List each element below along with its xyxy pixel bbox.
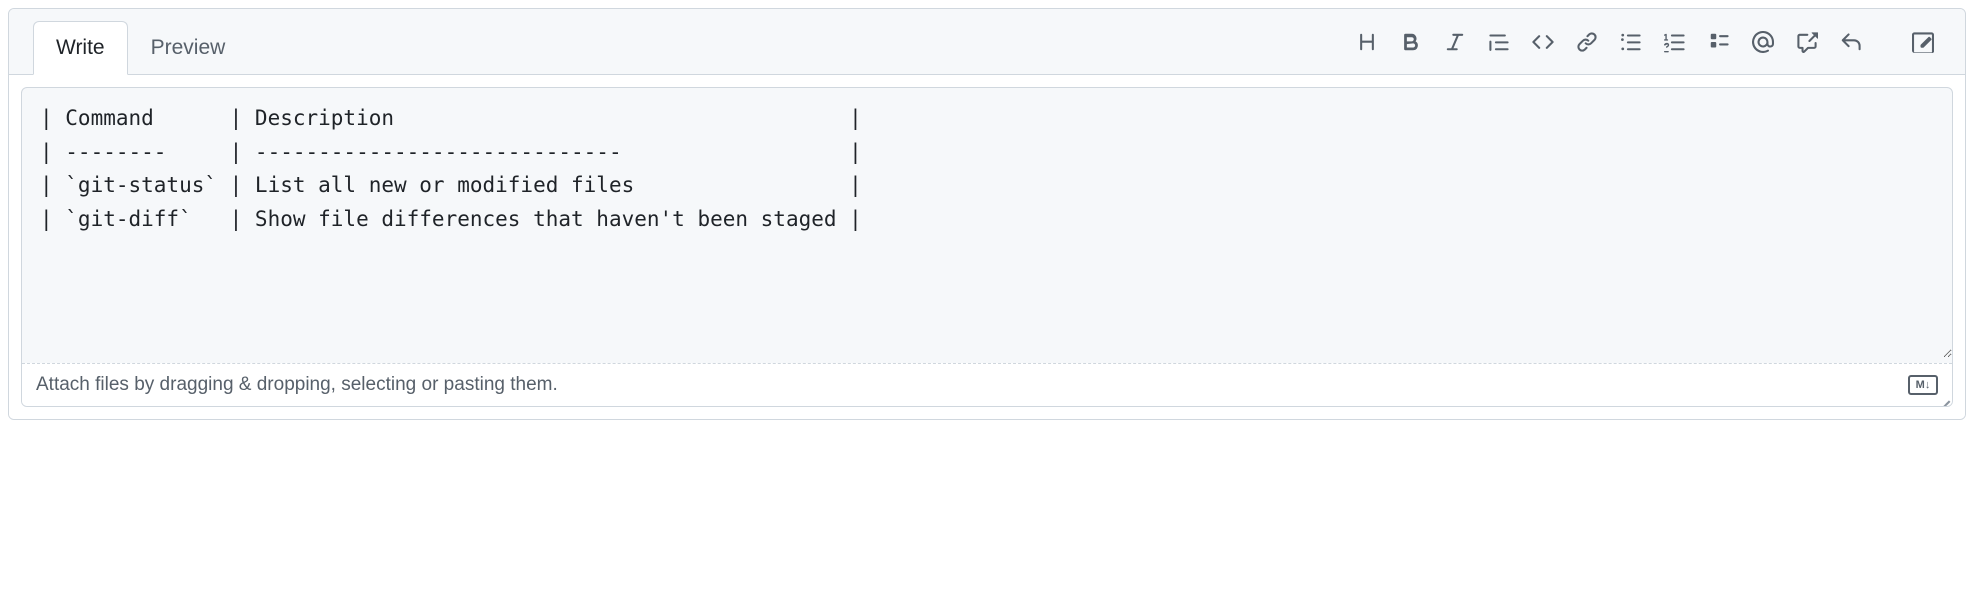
cross-reference-icon xyxy=(1796,31,1818,53)
attach-bar: Attach files by dragging & dropping, sel… xyxy=(22,363,1952,406)
code-button[interactable] xyxy=(1521,20,1565,64)
mention-button[interactable] xyxy=(1741,20,1785,64)
link-button[interactable] xyxy=(1565,20,1609,64)
attach-hint[interactable]: Attach files by dragging & dropping, sel… xyxy=(36,374,558,396)
bold-icon xyxy=(1400,31,1422,53)
task-list-button[interactable] xyxy=(1697,20,1741,64)
reply-icon xyxy=(1840,31,1862,53)
editor-header: Write Preview xyxy=(9,9,1965,74)
tab-list: Write Preview xyxy=(33,21,248,74)
cross-reference-button[interactable] xyxy=(1785,20,1829,64)
tab-preview[interactable]: Preview xyxy=(128,21,249,74)
formatting-toolbar xyxy=(1345,20,1953,64)
ordered-list-button[interactable] xyxy=(1653,20,1697,64)
unordered-list-icon xyxy=(1620,31,1642,53)
italic-button[interactable] xyxy=(1433,20,1477,64)
heading-icon xyxy=(1356,31,1378,53)
textarea-wrap: Attach files by dragging & dropping, sel… xyxy=(21,87,1953,407)
heading-button[interactable] xyxy=(1345,20,1389,64)
tab-write[interactable]: Write xyxy=(33,21,128,75)
unordered-list-button[interactable] xyxy=(1609,20,1653,64)
italic-icon xyxy=(1444,31,1466,53)
link-icon xyxy=(1576,31,1598,53)
comment-textarea[interactable] xyxy=(22,88,1952,358)
suggestion-icon xyxy=(1912,31,1934,53)
markdown-help-button[interactable]: M↓ xyxy=(1908,375,1938,395)
ordered-list-icon xyxy=(1664,31,1686,53)
bold-button[interactable] xyxy=(1389,20,1433,64)
content-area: Attach files by dragging & dropping, sel… xyxy=(9,74,1965,419)
task-list-icon xyxy=(1708,31,1730,53)
code-icon xyxy=(1532,31,1554,53)
quote-icon xyxy=(1488,31,1510,53)
suggestion-button[interactable] xyxy=(1901,20,1945,64)
quote-button[interactable] xyxy=(1477,20,1521,64)
reply-button[interactable] xyxy=(1829,20,1873,64)
mention-icon xyxy=(1752,31,1774,53)
comment-editor: Write Preview xyxy=(8,8,1966,420)
